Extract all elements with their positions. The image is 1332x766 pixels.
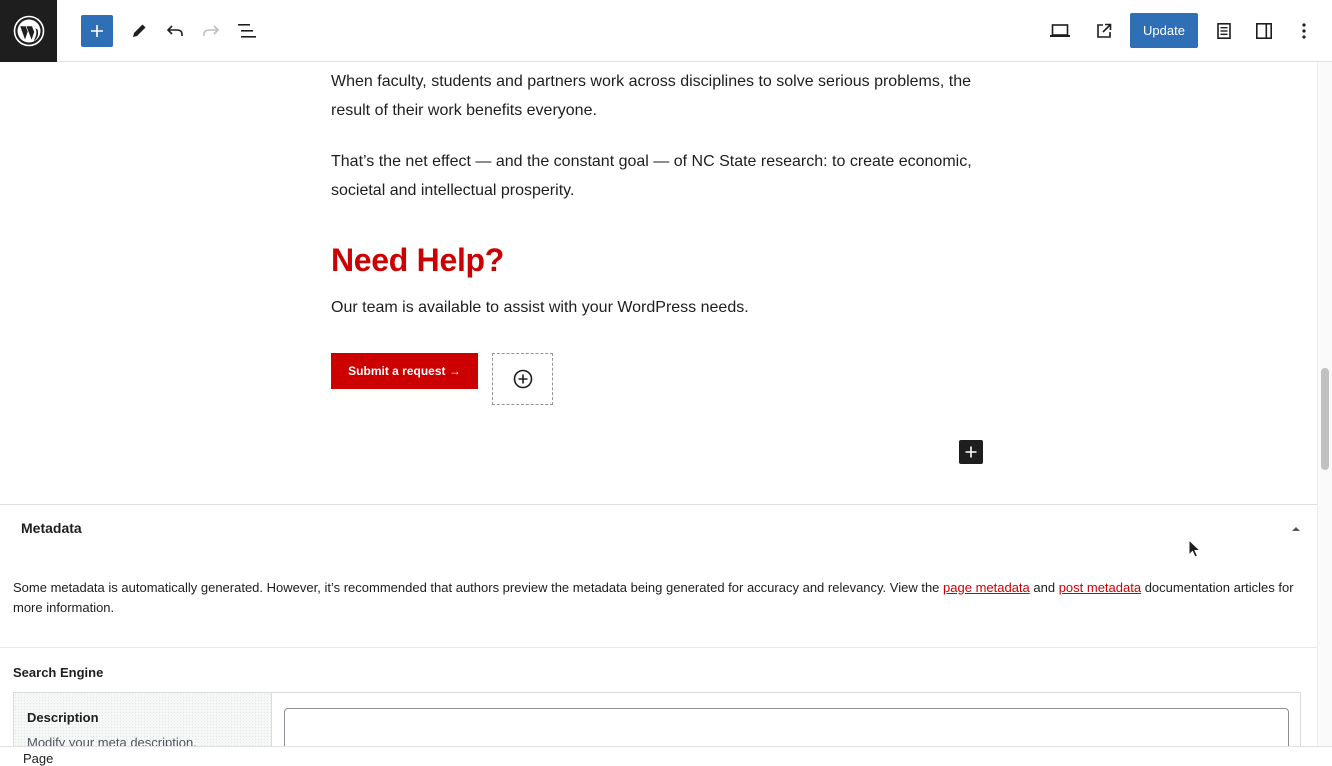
preview-device-button[interactable]: [1044, 15, 1076, 47]
settings-sidebar-button[interactable]: [1248, 15, 1280, 47]
update-button[interactable]: Update: [1130, 13, 1198, 48]
list-view-icon: [238, 24, 256, 38]
document-overview-button[interactable]: [231, 15, 263, 47]
view-page-button[interactable]: [1088, 15, 1120, 47]
redo-button[interactable]: [195, 15, 227, 47]
submit-request-button[interactable]: Submit a request →: [331, 353, 478, 389]
add-circle-icon: [513, 369, 532, 389]
description-label: Description: [27, 710, 99, 725]
paragraph-block[interactable]: When faculty, students and partners work…: [331, 68, 991, 125]
search-engine-section-title: Search Engine: [13, 665, 104, 680]
metadata-description: Some metadata is automatically generated…: [13, 578, 1308, 618]
options-menu-button[interactable]: [1288, 15, 1320, 47]
undo-button[interactable]: [159, 15, 191, 47]
divider: [0, 647, 1317, 648]
tools-button[interactable]: [123, 15, 155, 47]
redo-icon: [203, 25, 220, 36]
breadcrumb-page[interactable]: Page: [23, 751, 53, 766]
more-vertical-icon: [1302, 23, 1306, 39]
button-appender[interactable]: [492, 353, 553, 405]
plus-icon: [965, 446, 977, 458]
mouse-cursor-icon: [1188, 539, 1202, 558]
page-metadata-link[interactable]: page metadata: [943, 580, 1030, 595]
page-settings-button[interactable]: [1208, 15, 1240, 47]
caret-up-icon[interactable]: [1290, 523, 1302, 535]
metadata-panel: Metadata Some metadata is automatically …: [0, 504, 1317, 758]
pencil-icon: [133, 24, 146, 37]
description-label-cell: Description Modify your meta description…: [14, 693, 272, 753]
document-icon: [1217, 22, 1231, 39]
paragraph-block[interactable]: That’s the net effect — and the constant…: [331, 148, 991, 205]
scrollbar-thumb[interactable]: [1321, 368, 1329, 470]
metadata-description-text: Some metadata is automatically generated…: [13, 580, 944, 595]
block-breadcrumb-bar: Page: [0, 746, 1332, 766]
undo-icon: [166, 25, 183, 36]
laptop-icon: [1050, 24, 1070, 37]
paragraph-block[interactable]: Our team is available to assist with you…: [331, 294, 991, 323]
editor-toolbar: Update: [0, 0, 1332, 62]
metadata-panel-title[interactable]: Metadata: [21, 520, 82, 536]
plus-icon: [91, 25, 103, 37]
block-inserter-button[interactable]: [81, 15, 113, 47]
wordpress-logo-icon[interactable]: [0, 0, 57, 62]
sidebar-icon: [1255, 22, 1272, 39]
metadata-description-text: and: [1029, 580, 1059, 595]
search-engine-fields: Description Modify your meta description…: [13, 692, 1301, 758]
external-link-icon: [1097, 23, 1112, 38]
add-block-button[interactable]: [959, 440, 983, 464]
post-metadata-link[interactable]: post metadata: [1059, 580, 1141, 595]
heading-block[interactable]: Need Help?: [331, 242, 504, 279]
